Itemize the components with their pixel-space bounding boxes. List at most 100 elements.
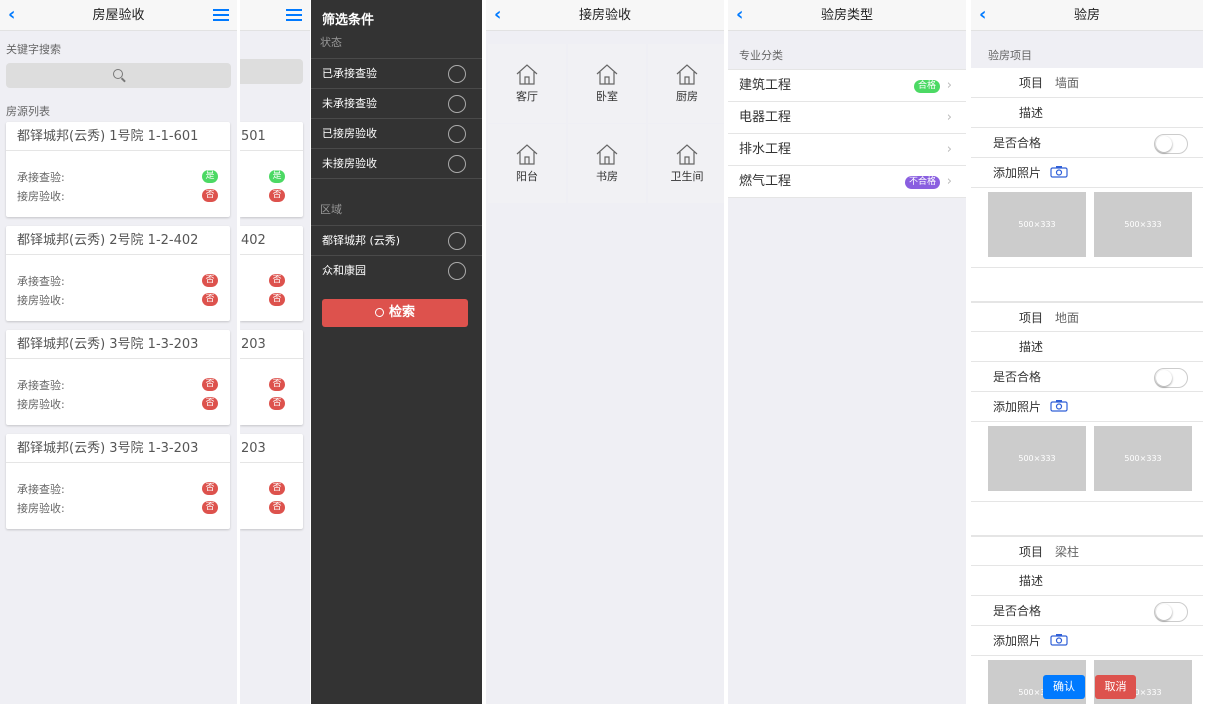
category-item[interactable]: 排水工程 ›: [728, 134, 966, 166]
status-option[interactable]: 已承接查验: [311, 58, 482, 88]
room-tile[interactable]: 卧室: [568, 44, 646, 123]
camera-icon[interactable]: [1050, 393, 1068, 423]
pass-toggle[interactable]: [1154, 134, 1188, 154]
toggle-knob: [1156, 370, 1172, 386]
search-button[interactable]: 检索: [322, 299, 468, 327]
pass-row: 是否合格: [971, 362, 1203, 392]
navbar-shifted: [240, 0, 310, 31]
status-option[interactable]: 未承接查验: [311, 88, 482, 118]
house-name: 都铎城邦(云秀) 3号院 1-3-203: [6, 434, 230, 463]
house-name: 都铎城邦(云秀) 2号院 1-2-402: [6, 226, 230, 255]
house-card-partial[interactable]: 203 否否: [240, 434, 303, 529]
chevron-right-icon: ›: [946, 174, 952, 189]
room-tile[interactable]: 阳台: [488, 124, 566, 203]
camera-icon[interactable]: [1050, 159, 1068, 189]
pass-label: 是否合格: [993, 370, 1042, 384]
inspection-label: 承接查验:: [17, 483, 65, 496]
house-card-partial[interactable]: 203 否否: [240, 330, 303, 425]
radio-circle[interactable]: [448, 65, 466, 83]
inspection-screen: ‹ 验房 验房项目 项目 墙面 描述 是否合格 添加照片 500×333 500×333 项目…: [971, 0, 1203, 704]
description-label: 描述: [1019, 340, 1044, 354]
pass-toggle[interactable]: [1154, 368, 1188, 388]
cancel-button[interactable]: 取消: [1095, 675, 1136, 699]
status-label: 状态: [320, 36, 342, 49]
area-option-label: 众和康园: [322, 264, 366, 277]
inspection-status-badge: 否: [269, 274, 285, 287]
room-tile[interactable]: 厨房: [648, 44, 724, 123]
camera-icon[interactable]: [1050, 627, 1068, 657]
page-title: 验房: [1073, 8, 1100, 23]
chevron-right-icon: ›: [946, 110, 952, 125]
photo-grid: 500×333 500×333: [971, 422, 1203, 502]
photo-placeholder[interactable]: 500×333: [1094, 192, 1192, 257]
search-input[interactable]: [6, 63, 231, 88]
room-label: 书房: [596, 170, 618, 183]
room-tile[interactable]: 卫生间: [648, 124, 724, 203]
photo-placeholder[interactable]: 500×333: [1094, 426, 1192, 491]
item-value: 梁柱: [1055, 545, 1080, 559]
radio-circle[interactable]: [448, 95, 466, 113]
spacer: [971, 502, 1203, 536]
inspection-items-label: 验房项目: [988, 49, 1032, 62]
add-photo-label: 添加照片: [993, 400, 1042, 414]
description-row[interactable]: 描述: [971, 566, 1203, 596]
photo-placeholder[interactable]: 500×333: [988, 192, 1086, 257]
filter-title: 筛选条件: [322, 13, 375, 28]
status-option-label: 已接房验收: [322, 127, 377, 140]
search-input-shifted[interactable]: [240, 59, 303, 84]
search-icon: [112, 69, 123, 79]
house-card[interactable]: 都铎城邦(云秀) 3号院 1-3-203 承接查验: 接房验收: 否否: [6, 434, 230, 529]
status-option[interactable]: 未接房验收: [311, 148, 482, 178]
area-option[interactable]: 都铎城邦 (云秀): [311, 225, 482, 255]
description-label: 描述: [1019, 106, 1044, 120]
house-name-partial: 501: [240, 122, 303, 151]
house-card[interactable]: 都铎城邦(云秀) 3号院 1-3-203 承接查验: 接房验收: 否否: [6, 330, 230, 425]
photo-row: 添加照片: [971, 626, 1203, 656]
category-item[interactable]: 电器工程 ›: [728, 102, 966, 134]
status-option[interactable]: 已接房验收: [311, 118, 482, 148]
category-item[interactable]: 燃气工程 不合格 ›: [728, 166, 966, 198]
navbar: ‹ 接房验收: [486, 0, 724, 31]
house-card-partial[interactable]: 402 否否: [240, 226, 303, 321]
radio-circle[interactable]: [448, 232, 466, 250]
house-card-partial[interactable]: 501 是否: [240, 122, 303, 217]
description-row[interactable]: 描述: [971, 98, 1203, 128]
pass-toggle[interactable]: [1154, 602, 1188, 622]
radio-circle[interactable]: [448, 155, 466, 173]
house-acceptance-screen: ‹ 房屋验收 关键字搜索 房源列表 都铎城邦(云秀) 1号院 1-1-601 承接…: [0, 0, 237, 704]
add-photo-label: 添加照片: [993, 634, 1042, 648]
result-tag: 合格: [913, 80, 940, 93]
house-name-partial: 203: [240, 434, 303, 463]
area-option[interactable]: 众和康园: [311, 255, 482, 285]
house-name-partial: 203: [240, 330, 303, 359]
keyword-search-label: 关键字搜索: [6, 43, 61, 56]
item-label: 项目: [1019, 545, 1044, 559]
photo-grid: 500×333 500×333: [971, 656, 1203, 704]
item-row: 项目 地面: [971, 302, 1203, 332]
pass-row: 是否合格: [971, 596, 1203, 626]
house-card[interactable]: 都铎城邦(云秀) 1号院 1-1-601 承接查验: 接房验收: 是否: [6, 122, 230, 217]
acceptance-status-badge: 否: [202, 501, 218, 514]
house-icon: [568, 63, 646, 85]
inspection-status-badge: 否: [202, 274, 218, 287]
house-icon: [488, 143, 566, 165]
toggle-knob: [1156, 136, 1172, 152]
radio-circle[interactable]: [448, 125, 466, 143]
item-label: 项目: [1019, 76, 1044, 90]
spacer: [971, 268, 1203, 302]
menu-icon[interactable]: [213, 9, 229, 22]
photo-placeholder[interactable]: 500×333: [988, 426, 1086, 491]
room-tile[interactable]: 客厅: [488, 44, 566, 123]
photo-grid: 500×333 500×333: [971, 188, 1203, 268]
house-name: 都铎城邦(云秀) 1号院 1-1-601: [6, 122, 230, 151]
pass-label: 是否合格: [993, 136, 1042, 150]
room-tile[interactable]: 书房: [568, 124, 646, 203]
category-item[interactable]: 建筑工程 合格 ›: [728, 70, 966, 102]
item-row: 项目 墙面: [971, 68, 1203, 98]
confirm-button[interactable]: 确认: [1043, 675, 1085, 699]
description-row[interactable]: 描述: [971, 332, 1203, 362]
house-card[interactable]: 都铎城邦(云秀) 2号院 1-2-402 承接查验: 接房验收: 否否: [6, 226, 230, 321]
menu-icon[interactable]: [286, 9, 302, 22]
inspection-status-badge: 否: [269, 482, 285, 495]
radio-circle[interactable]: [448, 262, 466, 280]
